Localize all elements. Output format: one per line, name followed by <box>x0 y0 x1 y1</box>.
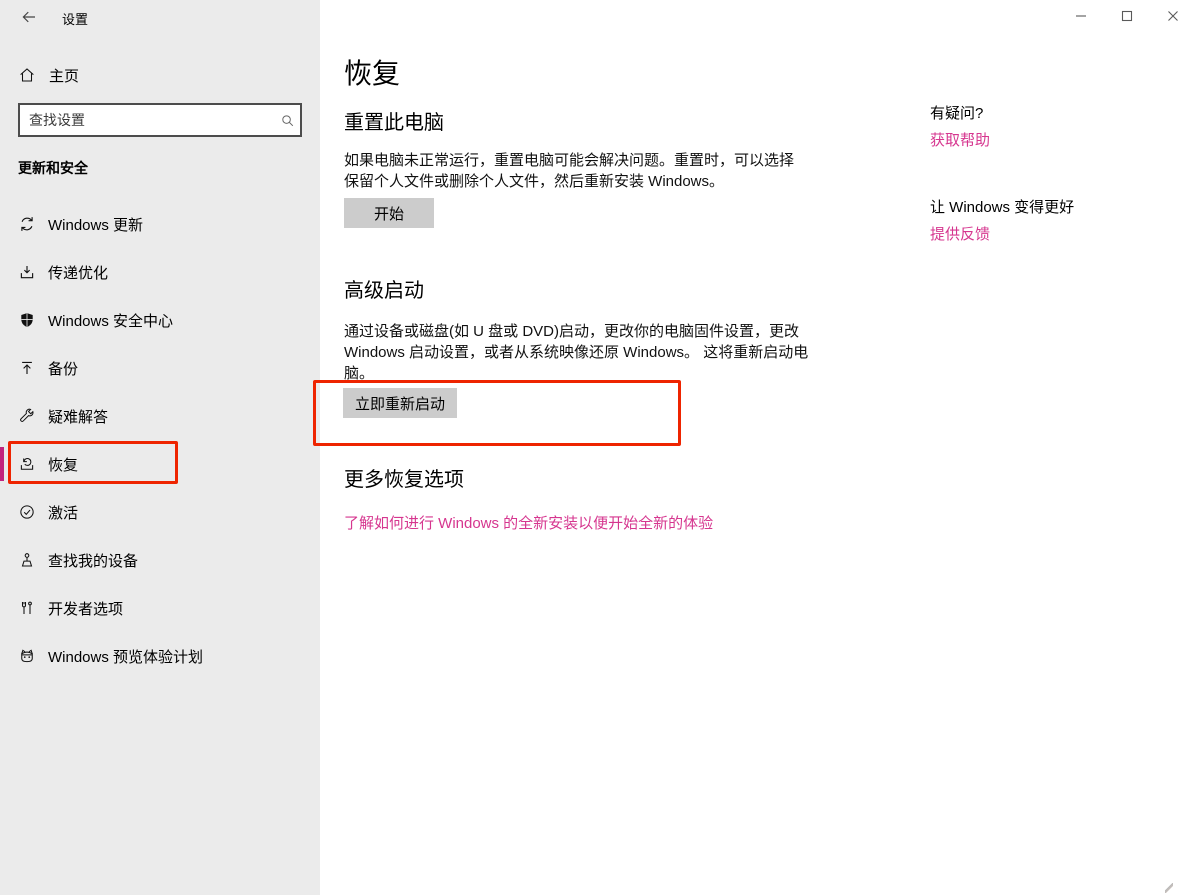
restart-now-button[interactable]: 立即重新启动 <box>343 388 457 418</box>
sidebar-item-developer-options[interactable]: 开发者选项 <box>0 588 320 628</box>
find-device-icon <box>18 551 36 569</box>
sidebar-item-windows-update[interactable]: Windows 更新 <box>0 204 320 244</box>
sidebar-section-title: 更新和安全 <box>18 158 88 178</box>
have-questions-label: 有疑问? <box>930 102 983 123</box>
get-help-link[interactable]: 获取帮助 <box>930 129 990 150</box>
delivery-icon <box>18 263 36 281</box>
more-recovery-options-heading: 更多恢复选项 <box>344 463 464 492</box>
reset-section-heading: 重置此电脑 <box>344 106 444 135</box>
sidebar-item-label: 查找我的设备 <box>48 550 138 571</box>
sidebar-item-insider-program[interactable]: Windows 预览体验计划 <box>0 636 320 676</box>
window-title: 设置 <box>62 9 88 28</box>
minimize-button[interactable] <box>1058 0 1104 32</box>
insider-icon <box>18 647 36 665</box>
sidebar: 设置 主页 更新和安全 <box>0 0 320 895</box>
sidebar-item-home[interactable]: 主页 <box>0 57 320 93</box>
close-button[interactable] <box>1150 0 1196 32</box>
back-button[interactable] <box>14 4 44 30</box>
get-started-button[interactable]: 开始 <box>344 198 434 228</box>
sidebar-item-label: 传递优化 <box>48 262 108 283</box>
home-icon <box>18 66 36 84</box>
advanced-startup-heading: 高级启动 <box>344 274 424 303</box>
cursor-artifact <box>1165 883 1173 893</box>
sidebar-item-activation[interactable]: 激活 <box>0 492 320 532</box>
make-windows-better-label: 让 Windows 变得更好 <box>930 196 1074 217</box>
close-icon <box>1167 10 1179 22</box>
clean-install-link[interactable]: 了解如何进行 Windows 的全新安装以便开始全新的体验 <box>344 512 713 533</box>
sidebar-item-label: Windows 预览体验计划 <box>48 646 203 667</box>
advanced-startup-description: 通过设备或磁盘(如 U 盘或 DVD)启动，更改你的电脑固件设置，更改 Wind… <box>344 321 814 384</box>
maximize-icon <box>1121 10 1133 22</box>
page-title: 恢复 <box>344 52 400 92</box>
sidebar-item-label: 主页 <box>49 65 79 86</box>
sidebar-item-troubleshoot[interactable]: 疑难解答 <box>0 396 320 436</box>
developer-icon <box>18 599 36 617</box>
shield-icon <box>18 311 36 329</box>
sidebar-item-delivery-optimization[interactable]: 传递优化 <box>0 252 320 292</box>
sidebar-item-label: Windows 安全中心 <box>48 310 173 331</box>
sidebar-item-recovery[interactable]: 恢复 <box>0 444 320 484</box>
reset-section-description: 如果电脑未正常运行，重置电脑可能会解决问题。重置时，可以选择保留个人文件或删除个… <box>344 150 806 192</box>
wrench-icon <box>18 407 36 425</box>
arrow-left-icon <box>20 8 38 26</box>
recovery-icon <box>18 455 36 473</box>
sync-icon <box>18 215 36 233</box>
sidebar-item-label: Windows 更新 <box>48 214 143 235</box>
backup-icon <box>18 359 36 377</box>
sidebar-item-windows-security[interactable]: Windows 安全中心 <box>0 300 320 340</box>
sidebar-item-find-my-device[interactable]: 查找我的设备 <box>0 540 320 580</box>
maximize-button[interactable] <box>1104 0 1150 32</box>
settings-window: 设置 主页 更新和安全 <box>0 0 1196 895</box>
sidebar-item-label: 疑难解答 <box>48 406 108 427</box>
search-icon[interactable] <box>274 105 300 135</box>
sidebar-item-label: 激活 <box>48 502 78 523</box>
sidebar-item-label: 开发者选项 <box>48 598 123 619</box>
selected-item-accent-bar <box>0 447 4 481</box>
sidebar-item-label: 恢复 <box>48 454 78 475</box>
minimize-icon <box>1075 10 1087 22</box>
search-box <box>18 103 302 137</box>
give-feedback-link[interactable]: 提供反馈 <box>930 223 990 244</box>
activation-icon <box>18 503 36 521</box>
window-controls <box>1058 0 1196 32</box>
sidebar-item-backup[interactable]: 备份 <box>0 348 320 388</box>
sidebar-item-label: 备份 <box>48 358 78 379</box>
search-input[interactable] <box>20 112 274 128</box>
